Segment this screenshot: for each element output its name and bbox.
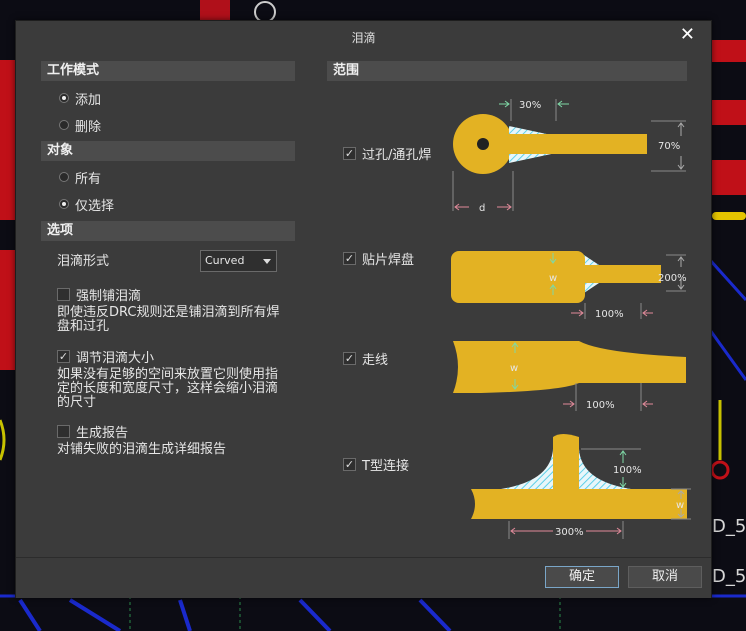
ok-button[interactable]: 确定	[545, 566, 619, 588]
radio-add[interactable]: 添加	[59, 89, 102, 108]
via-len-label: 30%	[519, 100, 541, 111]
radio-remove[interactable]: 删除	[59, 116, 102, 135]
scope-smd-box[interactable]: ✓	[343, 251, 356, 265]
via-d-label: d	[479, 203, 485, 214]
force-desc-line-2: 盘和过孔	[57, 319, 110, 334]
scope-via-box[interactable]: ✓	[343, 146, 356, 160]
radio-label-all: 所有	[75, 171, 102, 187]
chevron-down-icon	[263, 259, 271, 264]
adjust-desc-line-2: 定的长度和宽度尺寸，这样会缩小泪滴	[57, 381, 279, 396]
teardrop-dialog: 泪滴 ✕ 工作模式 添加 删除 对象 所有 仅选择 选项 泪滴形式 Curved…	[15, 20, 712, 598]
radio-label-remove: 删除	[75, 119, 102, 135]
radio-indicator-selected-only[interactable]	[59, 199, 69, 209]
title-bar[interactable]: 泪滴 ✕	[16, 21, 711, 51]
via-width-label: 70%	[658, 141, 680, 152]
track-shape	[453, 341, 686, 393]
report-desc: 对铺失败的泪滴生成详细报告	[57, 442, 227, 457]
section-options: 选项	[41, 221, 295, 241]
scope-tjunction-box[interactable]: ✓	[343, 457, 356, 471]
force-checkbox-label: 强制铺泪滴	[76, 288, 142, 304]
radio-selected-only[interactable]: 仅选择	[59, 195, 115, 214]
radio-indicator-remove[interactable]	[59, 120, 69, 130]
radio-label-add: 添加	[75, 92, 102, 108]
bg-net-label-1: D_5V	[712, 516, 746, 537]
section-scope: 范围	[327, 61, 687, 81]
adjust-checkbox-label: 调节泪滴大小	[76, 350, 155, 366]
section-mode: 工作模式	[41, 61, 295, 81]
track-illustration: w 100%	[453, 341, 686, 411]
smd-pad	[451, 251, 585, 303]
report-checkbox-box[interactable]	[57, 424, 70, 438]
dialog-footer: 确定 取消	[16, 557, 711, 598]
scope-tjunction-checkbox[interactable]: ✓ T型连接	[343, 455, 409, 474]
scope-tjunction-label: T型连接	[362, 458, 409, 474]
report-checkbox[interactable]: 生成报告	[57, 422, 129, 441]
scope-smd-label: 贴片焊盘	[362, 252, 415, 268]
tjunction-track	[471, 489, 687, 519]
tjunction-illustration: 100% w 300%	[471, 434, 691, 539]
radio-indicator-add[interactable]	[59, 93, 69, 103]
style-select[interactable]: Curved	[200, 250, 277, 272]
scope-via-checkbox[interactable]: ✓ 过孔/通孔焊	[343, 144, 442, 163]
track-len-label: 100%	[586, 400, 615, 411]
force-desc-line-1: 即使违反DRC规则还是铺泪滴到所有焊	[57, 305, 280, 320]
adjust-checkbox[interactable]: ✓ 调节泪滴大小	[57, 347, 155, 366]
scope-track-box[interactable]: ✓	[343, 351, 356, 365]
bg-net-label-2: D_5V	[712, 566, 746, 587]
adjust-desc-line-1: 如果没有足够的空间来放置它则使用指	[57, 367, 279, 382]
tj-height-label: 100%	[613, 465, 642, 476]
via-hole	[477, 138, 489, 150]
scope-track-label: 走线	[362, 352, 389, 368]
smd-illustration: w 200% 100%	[451, 251, 687, 320]
scope-track-checkbox[interactable]: ✓ 走线	[343, 349, 389, 368]
via-illustration: 30% 70% d	[452, 99, 686, 214]
smd-len-label: 100%	[595, 309, 624, 320]
teardrop-diagrams: 30% 70% d w 200% 100% w 100% 100% w 300%	[451, 99, 691, 539]
scope-via-label: 过孔/通孔焊	[362, 147, 432, 163]
adjust-desc-line-3: 的尺寸	[57, 395, 97, 410]
close-icon[interactable]: ✕	[680, 24, 695, 45]
force-checkbox-box[interactable]	[57, 287, 70, 301]
smd-w-label: w	[549, 273, 557, 284]
style-select-value: Curved	[205, 254, 245, 267]
scope-smd-checkbox[interactable]: ✓ 贴片焊盘	[343, 249, 415, 268]
tj-len-label: 300%	[555, 527, 584, 538]
smd-width-label: 200%	[658, 273, 687, 284]
radio-label-selected-only: 仅选择	[75, 198, 115, 214]
section-target: 对象	[41, 141, 295, 161]
force-checkbox[interactable]: 强制铺泪滴	[57, 285, 142, 304]
radio-all[interactable]: 所有	[59, 168, 102, 187]
adjust-checkbox-box[interactable]: ✓	[57, 349, 70, 363]
style-label: 泪滴形式	[57, 254, 110, 269]
cancel-button[interactable]: 取消	[628, 566, 702, 588]
tj-w-label: w	[676, 500, 684, 511]
radio-indicator-all[interactable]	[59, 172, 69, 182]
report-checkbox-label: 生成报告	[76, 425, 129, 441]
dialog-title: 泪滴	[351, 31, 376, 45]
track-w-label: w	[510, 363, 518, 374]
